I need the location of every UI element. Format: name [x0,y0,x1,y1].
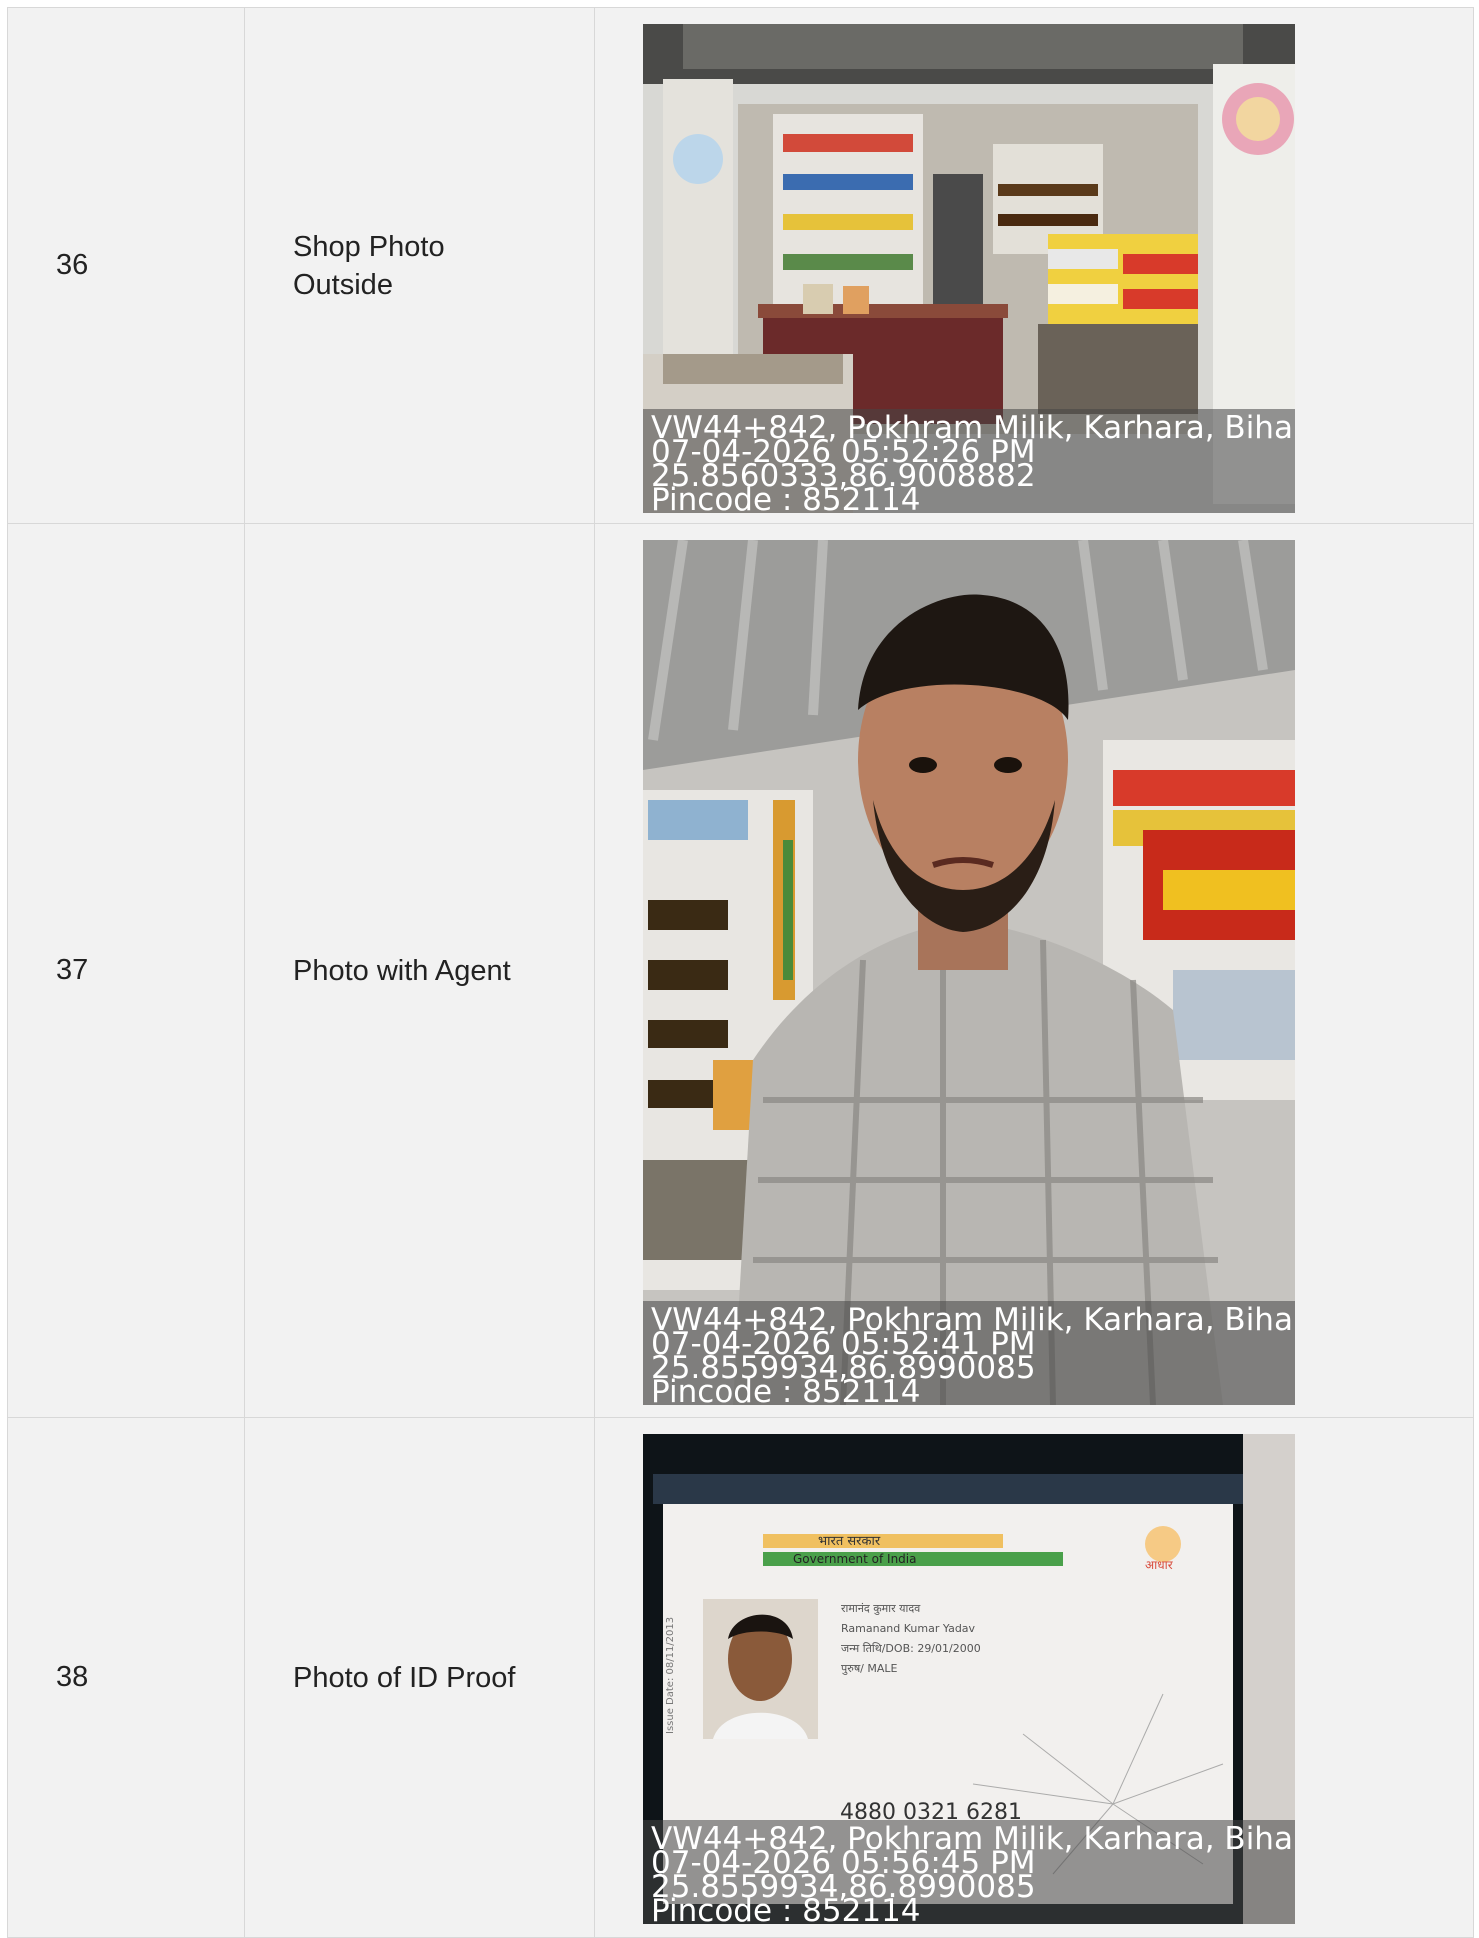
shop-photo[interactable]: VW44+842, Pokhram Milik, Karhara, Bihar … [643,24,1295,513]
id-header-hi: भारत सरकार [818,1534,881,1549]
id-name-hi: रामानंद कुमार यादव [841,1602,921,1615]
id-gender: पुरुष/ MALE [841,1662,898,1675]
id-dob: जन्म तिथि/DOB: 29/01/2000 [841,1642,981,1655]
photo-table: 36 Shop Photo Outside VW44+842, Pokhram … [7,7,1474,1938]
geotag-overlay: VW44+842, Pokhram Milik, Karhara, Bihar … [643,409,1295,513]
geotag-overlay: VW44+842, Pokhram Milik, Karhara, Bihar … [643,1301,1295,1405]
id-proof-photo[interactable]: भारत सरकार Government of India आधार रामा… [643,1434,1295,1924]
row-number: 36 [8,8,245,524]
row-number: 38 [8,1418,245,1938]
id-name-en: Ramanand Kumar Yadav [841,1622,976,1635]
id-header-en: Government of India [793,1552,916,1566]
row-label: Shop Photo Outside [245,8,595,524]
agent-photo[interactable]: VW44+842, Pokhram Milik, Karhara, Bihar … [643,540,1295,1405]
table-row: 37 Photo with Agent VW44+842, Pokhram Mi… [8,524,1474,1418]
id-issue-date: Issue Date: 08/11/2013 [665,1617,676,1734]
photo-cell: VW44+842, Pokhram Milik, Karhara, Bihar … [595,8,1474,524]
id-logo-text: आधार [1145,1558,1174,1572]
row-label: Photo with Agent [245,524,595,1418]
agent-image [643,540,1295,1405]
table-row: 36 Shop Photo Outside VW44+842, Pokhram … [8,8,1474,524]
photo-cell: भारत सरकार Government of India आधार रामा… [595,1418,1474,1938]
row-number: 37 [8,524,245,1418]
photo-cell: VW44+842, Pokhram Milik, Karhara, Bihar … [595,524,1474,1418]
row-label: Photo of ID Proof [245,1418,595,1938]
geotag-overlay: VW44+842, Pokhram Milik, Karhara, Bihar … [643,1820,1295,1924]
table-row: 38 Photo of ID Proof भारत सरकार Governme… [8,1418,1474,1938]
